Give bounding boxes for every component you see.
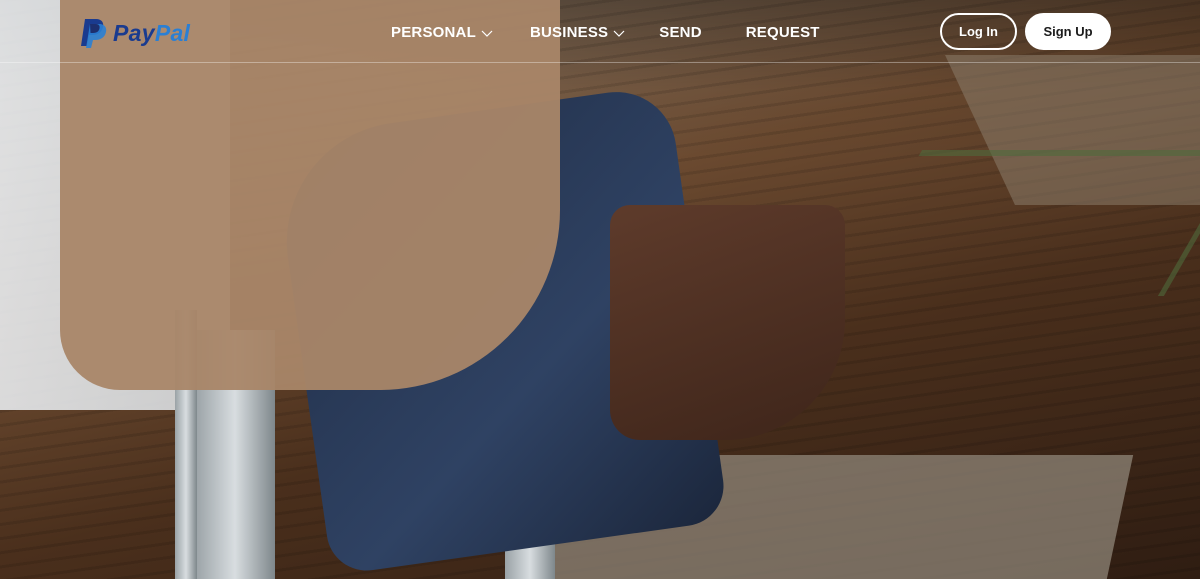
paypal-logo[interactable]: PayPal: [80, 17, 190, 49]
nav-business[interactable]: BUSINESS: [530, 24, 626, 41]
paypal-logo-icon: [80, 17, 108, 49]
chevron-down-icon: [613, 30, 625, 37]
nav-request[interactable]: REQUEST: [746, 24, 820, 41]
site-header: PayPal PERSONAL BUSINESS SEND REQUEST Lo…: [0, 0, 1200, 63]
wordmark-pay: Pay: [113, 19, 155, 46]
wordmark-pal: Pal: [154, 19, 191, 46]
nav-request-label: REQUEST: [745, 24, 820, 41]
nav-personal[interactable]: PERSONAL: [391, 24, 494, 41]
nav-send-label: SEND: [659, 24, 702, 41]
chevron-down-icon: [481, 30, 493, 37]
login-button[interactable]: Log In: [940, 13, 1017, 50]
hero-boot: [610, 205, 845, 440]
hero-plant-stand: [837, 150, 1200, 296]
hero-background-image: [0, 0, 1200, 579]
main-nav: PERSONAL BUSINESS SEND REQUEST: [391, 24, 820, 41]
nav-send[interactable]: SEND: [659, 24, 701, 41]
nav-personal-label: PERSONAL: [391, 24, 476, 41]
nav-business-label: BUSINESS: [529, 24, 609, 41]
signup-button[interactable]: Sign Up: [1025, 13, 1111, 50]
paypal-wordmark: PayPal: [113, 20, 190, 47]
